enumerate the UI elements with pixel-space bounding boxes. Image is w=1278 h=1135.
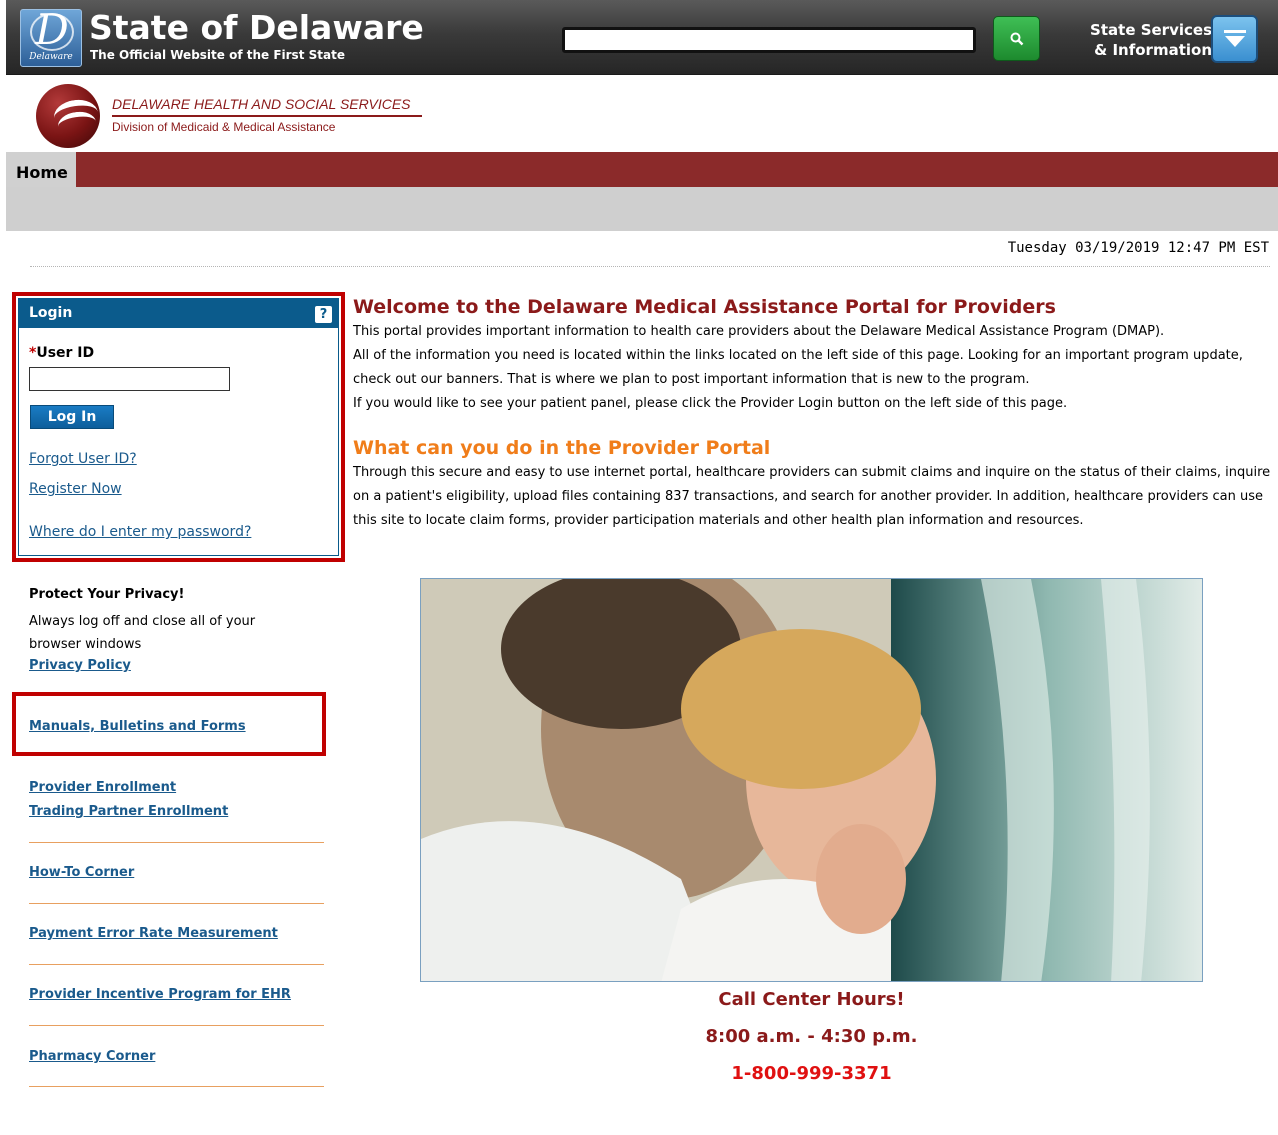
photo-illustration [421, 579, 1202, 981]
services-line-2: & Information [1094, 41, 1212, 59]
sidebar-divider [29, 1086, 324, 1087]
help-icon[interactable]: ? [315, 306, 332, 323]
sidebar-divider [29, 1025, 324, 1026]
state-banner: D Delaware State of Delaware The Officia… [6, 0, 1278, 75]
privacy-title: Protect Your Privacy! [29, 587, 185, 602]
dotted-divider [30, 266, 1270, 267]
userid-field[interactable] [29, 367, 230, 391]
nav-home-tab[interactable]: Home [6, 152, 76, 187]
welcome-paragraph-2: All of the information you need is locat… [353, 348, 1243, 387]
welcome-paragraph-3: If you would like to see your patient pa… [353, 396, 1068, 411]
call-center-phone: 1-800-999-3371 [731, 1063, 892, 1084]
what-heading: What can you do in the Provider Portal [353, 437, 771, 459]
call-center-title: Call Center Hours! [718, 989, 905, 1010]
userid-label-text: User ID [36, 345, 95, 361]
seal-letter: D [35, 9, 69, 54]
state-services-button[interactable] [1211, 15, 1258, 63]
howto-corner-link[interactable]: How-To Corner [29, 865, 134, 880]
provider-enrollment-link[interactable]: Provider Enrollment [29, 780, 176, 795]
chevron-down-icon [1224, 30, 1246, 47]
call-center-hours: 8:00 a.m. - 4:30 p.m. [705, 1026, 918, 1047]
dhss-logo-icon [36, 84, 100, 148]
login-button[interactable]: Log In [30, 405, 114, 429]
userid-label: *User ID [29, 345, 94, 361]
search-icon [1010, 32, 1024, 46]
sidebar-divider [29, 842, 324, 843]
password-help-link[interactable]: Where do I enter my password? [29, 524, 251, 540]
agency-division: Division of Medicaid & Medical Assistanc… [112, 120, 336, 134]
privacy-text: Always log off and close all of your bro… [29, 614, 256, 652]
services-line-1: State Services [1090, 21, 1212, 39]
dhss-logo[interactable]: DELAWARE HEALTH AND SOCIAL SERVICES Divi… [36, 82, 426, 150]
login-header: Login ? [19, 299, 338, 328]
trading-partner-enrollment-link[interactable]: Trading Partner Enrollment [29, 804, 228, 819]
sidebar-divider [29, 903, 324, 904]
welcome-heading: Welcome to the Delaware Medical Assistan… [353, 296, 1056, 318]
site-tagline: The Official Website of the First State [90, 48, 345, 62]
seal-text: Delaware [29, 52, 73, 62]
welcome-paragraph-1: This portal provides important informati… [353, 324, 1165, 339]
sub-nav [6, 187, 1278, 231]
login-title: Login [29, 305, 73, 321]
site-search-input[interactable] [562, 27, 976, 53]
privacy-policy-link[interactable]: Privacy Policy [29, 658, 131, 673]
sidebar-divider [29, 964, 324, 965]
what-paragraph: Through this secure and easy to use inte… [353, 465, 1271, 528]
manuals-bulletins-forms-link[interactable]: Manuals, Bulletins and Forms [29, 719, 246, 734]
state-services-label[interactable]: State Services & Information [1082, 20, 1212, 60]
agency-divider [112, 115, 422, 117]
site-title[interactable]: State of Delaware [89, 9, 424, 47]
forgot-userid-link[interactable]: Forgot User ID? [29, 451, 137, 467]
pharmacy-corner-link[interactable]: Pharmacy Corner [29, 1049, 155, 1064]
login-panel: Login ? *User ID Log In Forgot User ID? … [18, 298, 339, 556]
payment-error-rate-link[interactable]: Payment Error Rate Measurement [29, 926, 278, 941]
current-datetime: Tuesday 03/19/2019 12:47 PM EST [1007, 240, 1269, 256]
delaware-seal-icon[interactable]: D Delaware [20, 9, 82, 67]
register-now-link[interactable]: Register Now [29, 481, 122, 497]
search-button[interactable] [993, 16, 1040, 61]
agency-name: DELAWARE HEALTH AND SOCIAL SERVICES [112, 96, 411, 112]
provider-incentive-link[interactable]: Provider Incentive Program for EHR [29, 987, 291, 1002]
main-nav: Home [6, 152, 1278, 187]
doctors-xray-photo [420, 578, 1203, 982]
